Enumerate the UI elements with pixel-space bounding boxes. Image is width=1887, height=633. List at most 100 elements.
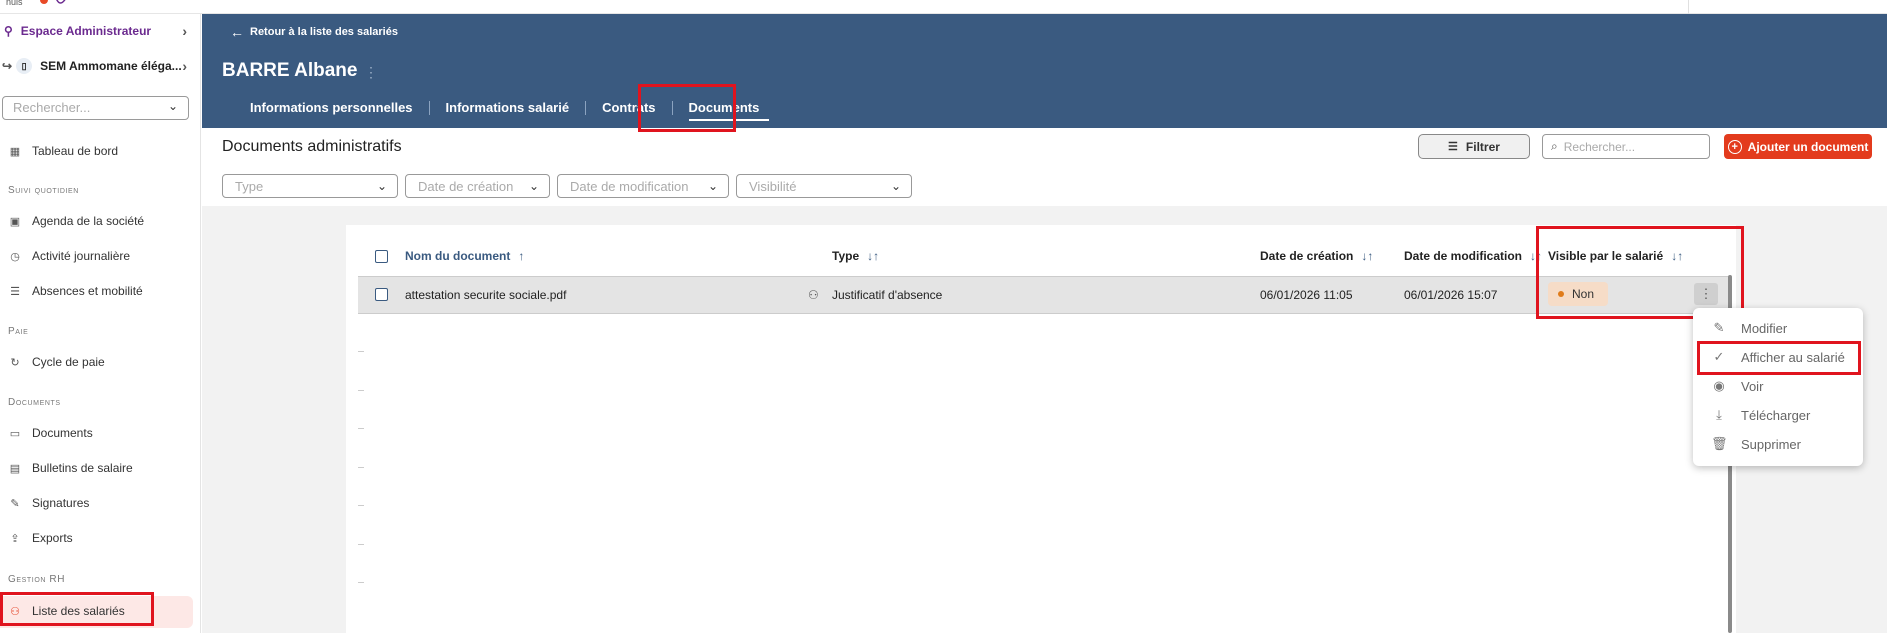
top-separator bbox=[1688, 0, 1689, 14]
row-divider bbox=[358, 505, 364, 506]
search-icon: ⌕ bbox=[1551, 139, 1558, 153]
clock-icon: ◷ bbox=[10, 250, 20, 263]
row-checkbox[interactable] bbox=[375, 288, 388, 301]
switch-icon: ↪ bbox=[2, 59, 13, 73]
admin-space-link[interactable]: ⚲ Espace Administrateur › bbox=[0, 23, 201, 39]
sidebar-search-input[interactable]: Rechercher... ⌄ bbox=[2, 96, 189, 120]
document-type: Justificatif d'absence bbox=[832, 288, 943, 302]
column-header-label: Type bbox=[832, 249, 860, 263]
sidebar-item-agenda[interactable]: ▣ Agenda de la société bbox=[8, 214, 144, 228]
plus-circle-icon: + bbox=[1727, 139, 1742, 154]
sidebar-item-label: Tableau de bord bbox=[32, 144, 119, 158]
eye-icon: ◉ bbox=[1713, 378, 1725, 393]
visibility-select[interactable]: Visibilité ⌄ bbox=[736, 174, 912, 198]
arrow-left-icon: ← bbox=[230, 24, 244, 40]
sidebar-item-signatures[interactable]: ✎ Signatures bbox=[8, 496, 89, 510]
highlight-box-visible-column bbox=[1536, 226, 1744, 319]
menu-item-edit[interactable]: ✎ Modifier bbox=[1711, 320, 1788, 336]
sort-up-icon: ↑ bbox=[518, 249, 525, 263]
company-selector[interactable]: ↪ ▯ SEM Ammomane éléga... › bbox=[0, 58, 201, 74]
add-document-button[interactable]: + Ajouter un document bbox=[1724, 134, 1872, 159]
row-divider bbox=[358, 428, 364, 429]
section-daily: Suivi quotidien bbox=[8, 185, 79, 196]
sidebar-item-label: Agenda de la société bbox=[32, 214, 145, 228]
document-search-placeholder: Rechercher... bbox=[1563, 139, 1636, 154]
sidebar-search-placeholder: Rechercher... bbox=[13, 100, 91, 115]
document-modified: 06/01/2026 15:07 bbox=[1404, 288, 1498, 302]
trash-icon: 🗑 bbox=[1711, 436, 1728, 451]
column-header-modified[interactable]: Date de modification ↓↑ bbox=[1404, 249, 1542, 263]
page-title: Documents administratifs bbox=[222, 138, 402, 155]
column-header-created[interactable]: Date de création ↓↑ bbox=[1260, 249, 1373, 263]
highlight-box-employees bbox=[0, 592, 154, 626]
highlight-box-show-to-employee bbox=[1697, 341, 1861, 375]
section-pay: Paie bbox=[8, 326, 29, 337]
sidebar-item-label: Exports bbox=[32, 531, 73, 545]
row-context-menu: ✎ Modifier ✓ Afficher au salarié ◉ Voir … bbox=[1693, 308, 1863, 466]
type-select-placeholder: Type bbox=[235, 178, 264, 194]
sidebar-item-label: Absences et mobilité bbox=[32, 284, 143, 298]
back-link-label: Retour à la liste des salariés bbox=[250, 26, 398, 38]
modification-date-select[interactable]: Date de modification ⌄ bbox=[557, 174, 729, 198]
download-icon: ⤓ bbox=[1716, 407, 1722, 422]
column-header-label: Date de modification bbox=[1404, 249, 1523, 263]
menu-item-delete[interactable]: 🗑 Supprimer bbox=[1711, 436, 1801, 452]
cycle-icon: ↻ bbox=[10, 356, 20, 369]
filter-bar: Type ⌄ Date de création ⌄ Date de modifi… bbox=[222, 174, 919, 198]
sidebar-item-dashboard[interactable]: ▦ Tableau de bord bbox=[8, 144, 118, 158]
sidebar-item-label: Bulletins de salaire bbox=[32, 461, 133, 475]
tab-personal-info[interactable]: Informations personnelles bbox=[234, 100, 429, 115]
sidebar-item-documents[interactable]: ▭ Documents bbox=[8, 426, 93, 440]
tab-employee-info[interactable]: Informations salarié bbox=[430, 100, 586, 115]
column-header-type[interactable]: Type ↓↑ bbox=[832, 249, 879, 263]
visibility-placeholder: Visibilité bbox=[749, 178, 797, 194]
company-label: SEM Ammomane éléga... bbox=[40, 59, 182, 73]
type-select[interactable]: Type ⌄ bbox=[222, 174, 398, 198]
chevron-down-icon: ⌄ bbox=[376, 179, 387, 193]
sidebar-item-activity[interactable]: ◷ Activité journalière bbox=[8, 249, 130, 263]
section-documents: Documents bbox=[8, 397, 61, 408]
column-header-label: Date de création bbox=[1260, 249, 1354, 263]
user-icon: ⚇ bbox=[808, 288, 819, 302]
sidebar-item-label: Activité journalière bbox=[32, 249, 131, 263]
top-strip: nuls bbox=[0, 0, 1887, 14]
sidebar-item-payslips[interactable]: ▤ Bulletins de salaire bbox=[8, 461, 133, 475]
chevron-right-icon: › bbox=[182, 23, 187, 39]
filter-button[interactable]: ☰ Filtrer bbox=[1418, 134, 1530, 159]
chevron-right-icon: › bbox=[182, 58, 187, 74]
column-header-name[interactable]: Nom du document ↑ bbox=[405, 249, 524, 263]
document-search-input[interactable]: ⌕ Rechercher... bbox=[1542, 134, 1710, 159]
document-icon: ▤ bbox=[9, 462, 21, 475]
sidebar-item-label: Documents bbox=[32, 426, 93, 440]
highlight-box-documents-tab bbox=[638, 84, 736, 132]
employee-header: ← Retour à la liste des salariés BARRE A… bbox=[202, 14, 1887, 128]
menu-item-label: Voir bbox=[1741, 378, 1764, 394]
creation-date-select[interactable]: Date de création ⌄ bbox=[405, 174, 550, 198]
menu-item-download[interactable]: ⤓ Télécharger bbox=[1711, 407, 1810, 423]
modification-date-placeholder: Date de modification bbox=[570, 178, 689, 194]
creation-date-placeholder: Date de création bbox=[418, 178, 514, 194]
chevron-down-icon: ⌄ bbox=[890, 179, 901, 193]
row-divider bbox=[358, 390, 364, 391]
list-icon: ☰ bbox=[10, 285, 20, 298]
menu-item-view[interactable]: ◉ Voir bbox=[1711, 378, 1763, 394]
more-icon[interactable]: ⋮ bbox=[364, 64, 378, 81]
calendar-icon: ▣ bbox=[9, 215, 21, 228]
admin-icon: ⚲ bbox=[4, 24, 13, 38]
pen-icon: ✎ bbox=[10, 497, 20, 510]
document-created: 06/01/2026 11:05 bbox=[1260, 288, 1353, 302]
column-header-label: Nom du document bbox=[405, 249, 511, 263]
employee-name: BARRE Albane bbox=[222, 60, 358, 81]
sort-icon: ↓↑ bbox=[1361, 249, 1374, 263]
back-link[interactable]: ← Retour à la liste des salariés bbox=[230, 24, 398, 40]
export-icon: ⇪ bbox=[10, 532, 20, 545]
document-name[interactable]: attestation securite sociale.pdf bbox=[405, 288, 566, 302]
folder-icon: ▭ bbox=[9, 427, 21, 440]
sidebar-item-label: Signatures bbox=[32, 496, 90, 510]
sidebar-item-pay-cycle[interactable]: ↻ Cycle de paie bbox=[8, 355, 104, 369]
select-all-checkbox[interactable] bbox=[375, 250, 388, 263]
sidebar-item-absences[interactable]: ☰ Absences et mobilité bbox=[8, 284, 143, 298]
menu-item-label: Modifier bbox=[1741, 320, 1788, 336]
row-divider bbox=[358, 467, 364, 468]
sidebar-item-exports[interactable]: ⇪ Exports bbox=[8, 531, 73, 545]
